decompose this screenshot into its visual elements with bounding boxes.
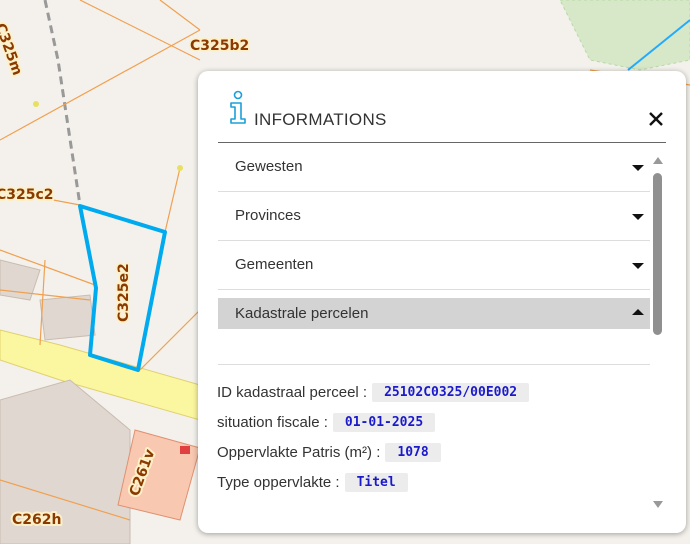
- section-gemeenten[interactable]: Gemeenten: [218, 241, 650, 290]
- property-label: Oppervlakte Patris (m²) :: [217, 443, 381, 461]
- property-label: Type oppervlakte :: [217, 473, 340, 491]
- section-provinces[interactable]: Provinces: [218, 192, 650, 241]
- chevron-down-icon: [632, 263, 644, 269]
- parcel-label-c325c2: C325c2: [0, 187, 54, 203]
- section-label: Gemeenten: [235, 256, 314, 273]
- property-value: 25102C0325/00E002: [372, 382, 530, 402]
- property-value: Titel: [344, 472, 408, 492]
- parcel-label-c325b2: C325b2: [190, 38, 249, 54]
- section-label: Kadastrale percelen: [235, 305, 369, 322]
- info-panel: INFORMATIONS Gewesten Provinces Gemeente…: [198, 71, 686, 533]
- section-header[interactable]: Kadastrale percelen: [218, 298, 650, 329]
- parcel-properties: ID kadastraal perceel : 25102C0325/00E00…: [217, 377, 530, 497]
- property-label: situation fiscale :: [217, 413, 328, 431]
- section-kadastrale-percelen[interactable]: Kadastrale percelen: [218, 298, 650, 329]
- section-gewesten[interactable]: Gewesten: [218, 143, 650, 192]
- parcel-label-c262h: C262h: [12, 512, 61, 528]
- section-label: Provinces: [235, 207, 301, 224]
- chevron-down-icon: [632, 214, 644, 220]
- property-value: 1078: [385, 442, 441, 462]
- close-icon[interactable]: [646, 109, 666, 129]
- property-value: 01-01-2025: [332, 412, 436, 432]
- property-row: ID kadastraal perceel : 25102C0325/00E00…: [217, 377, 530, 407]
- section-label: Gewesten: [235, 158, 303, 175]
- info-icon: [230, 90, 246, 124]
- property-row: situation fiscale : 01-01-2025: [217, 407, 529, 437]
- scrollbar[interactable]: [650, 157, 666, 519]
- parcel-label-c325e2: C325e2: [116, 263, 132, 322]
- scroll-up-icon[interactable]: [653, 157, 663, 164]
- layer-accordion: Gewesten Provinces Gemeenten Kadastrale …: [218, 143, 650, 329]
- property-label: ID kadastraal perceel :: [217, 383, 368, 401]
- scrollbar-thumb[interactable]: [653, 173, 662, 335]
- chevron-down-icon: [632, 165, 644, 171]
- panel-title: INFORMATIONS: [254, 110, 387, 129]
- panel-header: INFORMATIONS: [218, 87, 666, 143]
- divider: [218, 364, 650, 365]
- chevron-up-icon: [632, 309, 644, 315]
- property-row: Type oppervlakte : Titel: [217, 467, 529, 497]
- property-row: Oppervlakte Patris (m²) : 1078: [217, 437, 529, 467]
- scroll-down-icon[interactable]: [653, 501, 663, 508]
